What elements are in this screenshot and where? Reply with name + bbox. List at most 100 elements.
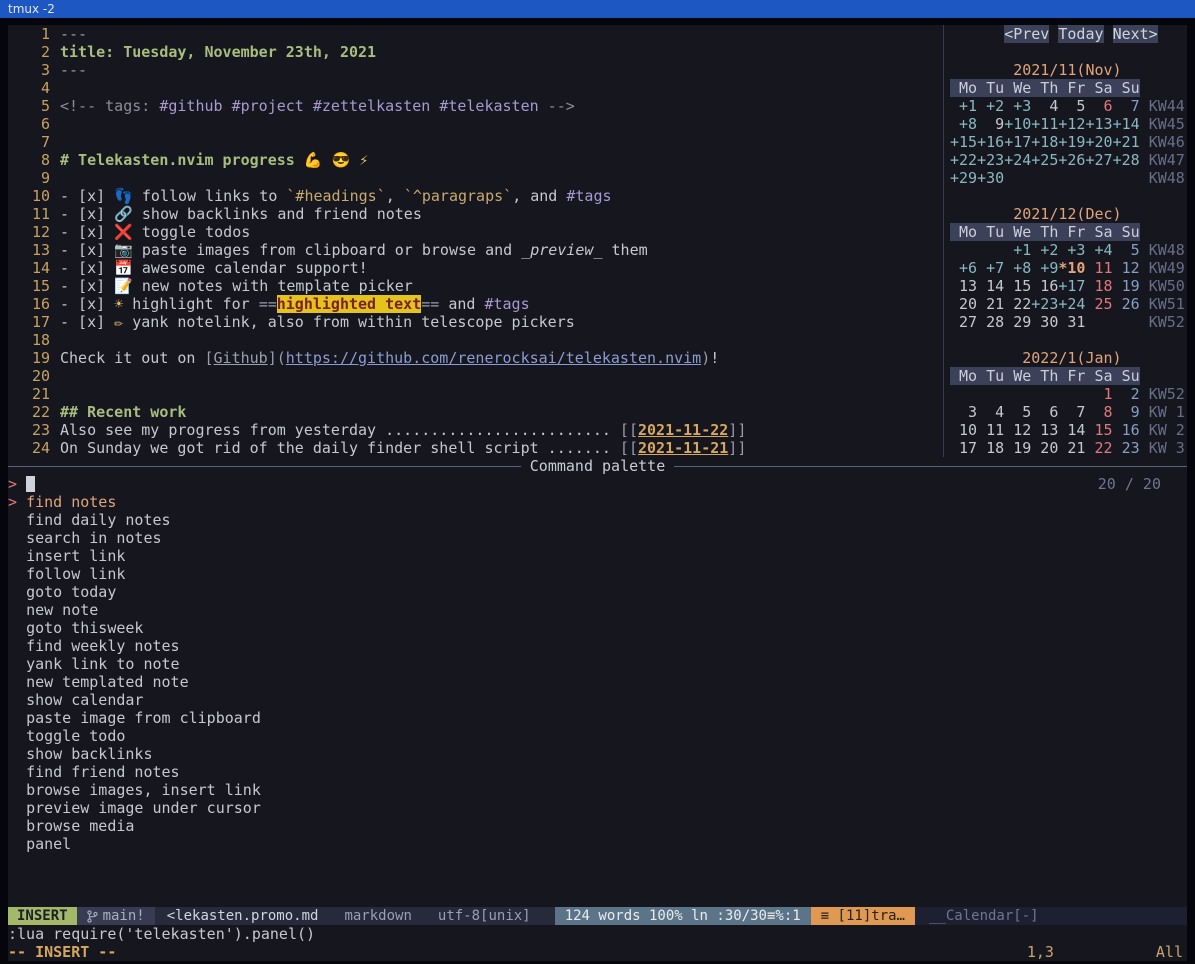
buffer-line-16[interactable]: 16- [x] ☀ highlight for ==highlighted te… xyxy=(8,295,943,313)
palette-item[interactable]: show calendar xyxy=(8,691,1187,709)
calendar-line[interactable] xyxy=(950,43,1187,61)
buffer-line-5[interactable]: 5<!-- tags: #github #project #zettelkast… xyxy=(8,97,943,115)
empty-area xyxy=(8,853,1187,907)
palette-item[interactable]: > find notes xyxy=(8,493,1187,511)
palette-item[interactable]: search in notes xyxy=(8,529,1187,547)
text-segment xyxy=(1113,277,1122,295)
calendar-line[interactable]: +8 9+10+11+12+13+14 KW45 xyxy=(950,115,1187,133)
palette-item[interactable]: goto thisweek xyxy=(8,619,1187,637)
item-indent xyxy=(8,835,26,853)
terminal: 1---2title: Tuesday, November 23th, 2021… xyxy=(0,18,1195,964)
buffer-line-1[interactable]: 1--- xyxy=(8,25,943,43)
text-segment: #project xyxy=(232,97,304,115)
text-segment: #tags xyxy=(484,295,529,313)
buffer-line-18[interactable]: 18 xyxy=(8,331,943,349)
palette-item[interactable]: browse media xyxy=(8,817,1187,835)
calendar-line[interactable] xyxy=(950,331,1187,349)
buffer-line-2[interactable]: 2title: Tuesday, November 23th, 2021 xyxy=(8,43,943,61)
buffer-line-10[interactable]: 10- [x] 👣 follow links to `#headings`, `… xyxy=(8,187,943,205)
palette-item[interactable]: find weekly notes xyxy=(8,637,1187,655)
buffer-line-15[interactable]: 15- [x] 📝 new notes with template picker xyxy=(8,277,943,295)
calendar-line[interactable]: 27 28 29 30 31 KW52 xyxy=(950,313,1187,331)
calendar-line[interactable]: +29+30 KW48 xyxy=(950,169,1187,187)
wikilink-2021-11-21[interactable]: 2021-11-21 xyxy=(638,439,728,457)
calendar-line[interactable]: 20 21 22+23+24 25 26 KW51 xyxy=(950,295,1187,313)
markdown-buffer[interactable]: 1---2title: Tuesday, November 23th, 2021… xyxy=(8,25,943,457)
calendar-line[interactable]: 1 2 KW52 xyxy=(950,385,1187,403)
calendar-line[interactable]: +15+16+17+18+19+20+21 KW46 xyxy=(950,133,1187,151)
palette-item[interactable]: insert link xyxy=(8,547,1187,565)
calendar-line[interactable]: 2022/1(Jan) xyxy=(950,349,1187,367)
text-segment xyxy=(1085,295,1094,313)
item-indent xyxy=(8,709,26,727)
buffer-line-9[interactable]: 9 xyxy=(8,169,943,187)
calendar-line[interactable]: <Prev Today Next> xyxy=(950,25,1187,43)
calendar-line[interactable]: 2021/12(Dec) xyxy=(950,205,1187,223)
text-segment: [[ xyxy=(620,439,638,457)
palette-item[interactable]: follow link xyxy=(8,565,1187,583)
buffer-line-3[interactable]: 3--- xyxy=(8,61,943,79)
buffer-line-22[interactable]: 22## Recent work xyxy=(8,403,943,421)
buffer-line-11[interactable]: 11- [x] 🔗 show backlinks and friend note… xyxy=(8,205,943,223)
buffer-line-19[interactable]: 19Check it out on [Github](https://githu… xyxy=(8,349,943,367)
command-line[interactable]: :lua require('telekasten').panel() xyxy=(8,925,1187,943)
palette-item[interactable]: new note xyxy=(8,601,1187,619)
calendar-line[interactable]: 13 14 15 16+17 18 19 KW50 xyxy=(950,277,1187,295)
text-segment: ]( xyxy=(268,349,286,367)
next-button[interactable]: Next> xyxy=(1113,25,1158,43)
palette-item[interactable]: toggle todo xyxy=(8,727,1187,745)
calendar-line[interactable]: 17 18 19 20 21 22 23 KW 3 xyxy=(950,439,1187,457)
calendar-line[interactable]: Mo Tu We Th Fr Sa Su xyxy=(950,367,1187,385)
wikilink-2021-11-22[interactable]: 2021-11-22 xyxy=(638,421,728,439)
buffer-line-24[interactable]: 24 On Sunday we got rid of the daily find… xyxy=(8,439,943,457)
buffer-line-20[interactable]: 20 xyxy=(8,367,943,385)
palette-item[interactable]: paste image from clipboard xyxy=(8,709,1187,727)
line-number: 24 xyxy=(8,439,50,457)
titlebar: tmux -2 xyxy=(0,0,1195,18)
today-button[interactable]: Today xyxy=(1058,25,1103,43)
calendar-line[interactable]: Mo Tu We Th Fr Sa Su xyxy=(950,79,1187,97)
calendar-line[interactable]: 3 4 5 6 7 8 9 KW 1 xyxy=(950,403,1187,421)
calendar-pane[interactable]: <Prev Today Next> 2021/11(Nov) Mo Tu We … xyxy=(943,25,1187,457)
text-segment: 3 4 5 6 7 xyxy=(950,403,1104,421)
calendar-line[interactable]: +22+23+24+25+26+27+28 KW47 xyxy=(950,151,1187,169)
palette-item[interactable]: panel xyxy=(8,835,1187,853)
text-segment: - [x] xyxy=(60,259,114,277)
github-link[interactable]: Github xyxy=(214,349,268,367)
calendar-line[interactable]: 10 11 12 13 14 15 16 KW 2 xyxy=(950,421,1187,439)
palette-item[interactable]: browse images, insert link xyxy=(8,781,1187,799)
calendar-line[interactable]: +1 +2 +3 +4 5 KW48 xyxy=(950,241,1187,259)
buffer-line-12[interactable]: 12- [x] ❌ toggle todos xyxy=(8,223,943,241)
palette-item[interactable]: show backlinks xyxy=(8,745,1187,763)
palette-item[interactable]: find daily notes xyxy=(8,511,1187,529)
text-segment: On Sunday we got rid of the daily finder… xyxy=(60,439,620,457)
calendar-line[interactable]: 2021/11(Nov) xyxy=(950,61,1187,79)
buffer-line-7[interactable]: 7 xyxy=(8,133,943,151)
item-indent xyxy=(8,691,26,709)
palette-item[interactable]: new templated note xyxy=(8,673,1187,691)
palette-item[interactable]: goto today xyxy=(8,583,1187,601)
buffer-line-21[interactable]: 21 xyxy=(8,385,943,403)
text-segment: 2 xyxy=(1131,385,1140,403)
buffer-line-6[interactable]: 6 xyxy=(8,115,943,133)
buffer-line-17[interactable]: 17- [x] ✏ yank notelink, also from withi… xyxy=(8,313,943,331)
calendar-line[interactable]: Mo Tu We Th Fr Sa Su xyxy=(950,223,1187,241)
buffer-line-23[interactable]: 23Also see my progress from yesterday ..… xyxy=(8,421,943,439)
buffer-line-14[interactable]: 14- [x] 📅 awesome calendar support! xyxy=(8,259,943,277)
calendar-line[interactable] xyxy=(950,187,1187,205)
palette-item[interactable]: yank link to note xyxy=(8,655,1187,673)
text-segment xyxy=(950,259,959,277)
palette-item[interactable]: find friend notes xyxy=(8,763,1187,781)
palette-item[interactable]: preview image under cursor xyxy=(8,799,1187,817)
palette-prompt-row[interactable]: > 20 / 20 xyxy=(8,475,1187,493)
github-url[interactable]: https://github.com/renerocksai/telekaste… xyxy=(286,349,701,367)
prev-button[interactable]: <Prev xyxy=(1004,25,1049,43)
buffer-line-8[interactable]: 8# Telekasten.nvim progress 💪 😎 ⚡ xyxy=(8,151,943,169)
text-segment: ) xyxy=(701,349,710,367)
calendar-line[interactable]: +1 +2 +3 4 5 6 7 KW44 xyxy=(950,97,1187,115)
calendar-line[interactable]: +6 +7 +8 +9*10 11 12 KW49 xyxy=(950,259,1187,277)
buffer-line-13[interactable]: 13- [x] 📷 paste images from clipboard or… xyxy=(8,241,943,259)
text-segment: KW46 xyxy=(1149,133,1185,151)
buffer-line-4[interactable]: 4 xyxy=(8,79,943,97)
text-segment: 9 xyxy=(977,115,1004,133)
